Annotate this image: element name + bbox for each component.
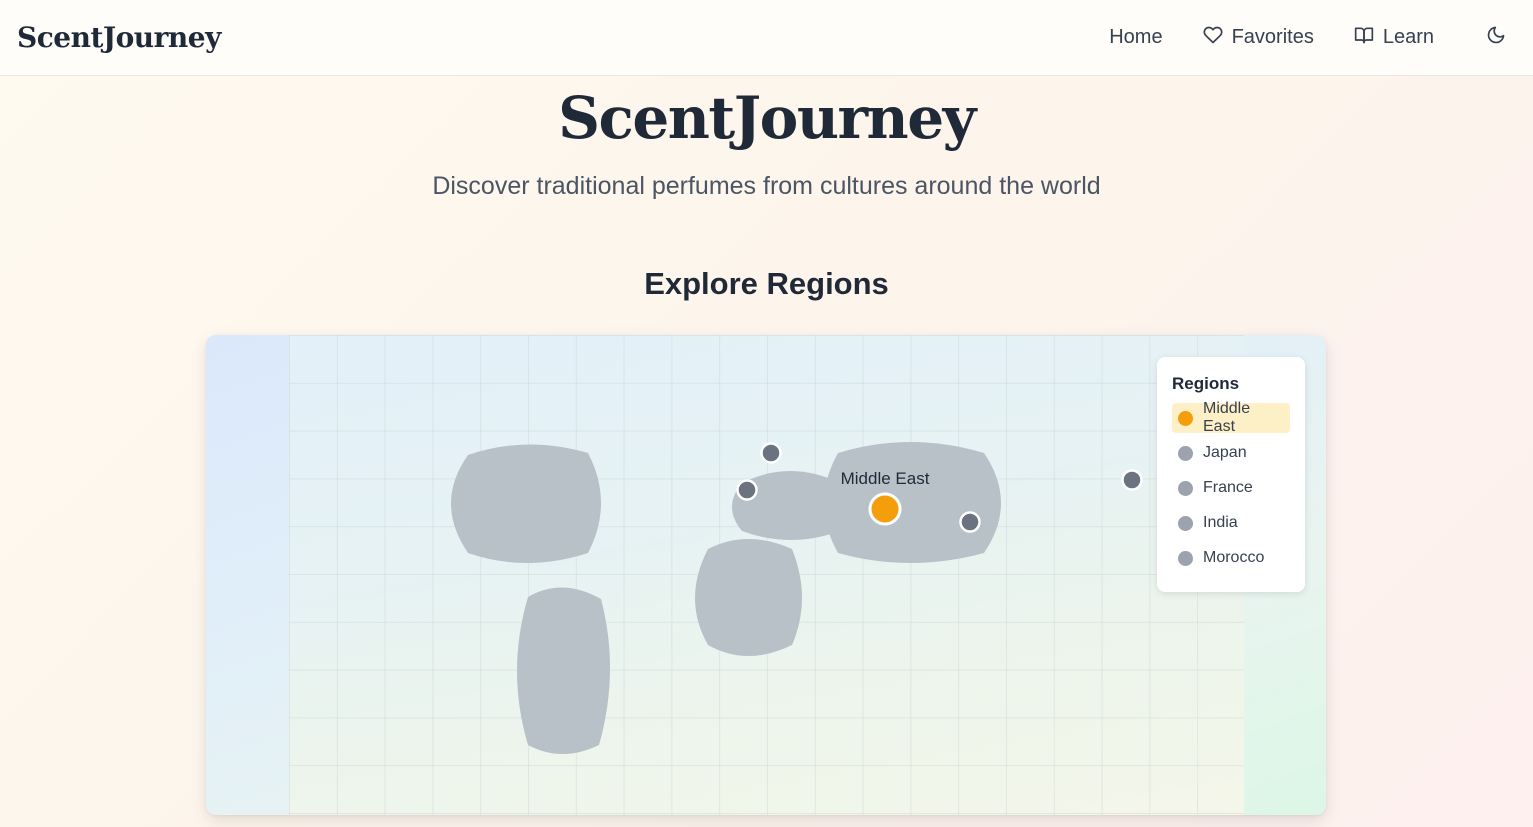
explore-regions-title: Explore Regions [644,266,889,301]
navbar: ScentJourney Home Favorites Learn [0,0,1533,76]
book-icon [1354,25,1374,51]
moon-icon [1486,25,1506,50]
brand-logo[interactable]: ScentJourney [17,21,221,54]
legend-item-label: France [1203,479,1253,496]
continent-north-america[interactable] [451,444,601,563]
legend-item-label: Morocco [1203,549,1265,566]
continent-south-america[interactable] [517,587,611,754]
region-map: Middle East Regions Middle East Japan Fr… [206,335,1326,815]
legend-item-middle-east[interactable]: Middle East [1172,400,1290,435]
marker-india[interactable] [959,511,981,533]
legend-dot [1178,445,1193,461]
nav-home-label: Home [1109,26,1163,48]
theme-toggle-button[interactable] [1486,25,1506,50]
nav-home-link[interactable]: Home [1109,26,1162,49]
legend-item-france[interactable]: France [1172,473,1290,503]
nav-links: Home Favorites Learn [1109,0,1516,75]
active-marker-label-text: Middle East [840,469,930,488]
legend-item-japan[interactable]: Japan [1172,438,1290,468]
marker-morocco[interactable] [736,479,758,501]
heart-icon [1203,25,1223,51]
legend-item-label: Middle East [1203,400,1251,435]
nav-learn-link[interactable]: Learn [1354,25,1434,51]
legend-item-label: India [1203,514,1238,531]
marker-middle-east[interactable] [868,492,902,526]
legend-title: Regions [1172,374,1240,393]
nav-favorites-link[interactable]: Favorites [1203,25,1314,51]
hero-title: ScentJourney [558,84,976,152]
legend-item-morocco[interactable]: Morocco [1172,543,1290,573]
nav-favorites-label: Favorites [1231,26,1314,48]
legend-item-label: Japan [1203,444,1247,461]
nav-learn-label: Learn [1382,26,1434,48]
legend-dot [1178,515,1193,531]
legend-dot [1178,480,1193,496]
legend-item-india[interactable]: India [1172,508,1290,538]
marker-france[interactable] [760,442,782,464]
continent-africa[interactable] [695,539,802,656]
regions-legend: Regions Middle East Japan France India M… [1157,357,1305,592]
marker-japan[interactable] [1121,469,1143,491]
hero-subtitle: Discover traditional perfumes from cultu… [432,172,1101,200]
continent-asia[interactable] [824,442,1001,563]
legend-dot [1178,410,1193,426]
legend-dot [1178,550,1193,566]
